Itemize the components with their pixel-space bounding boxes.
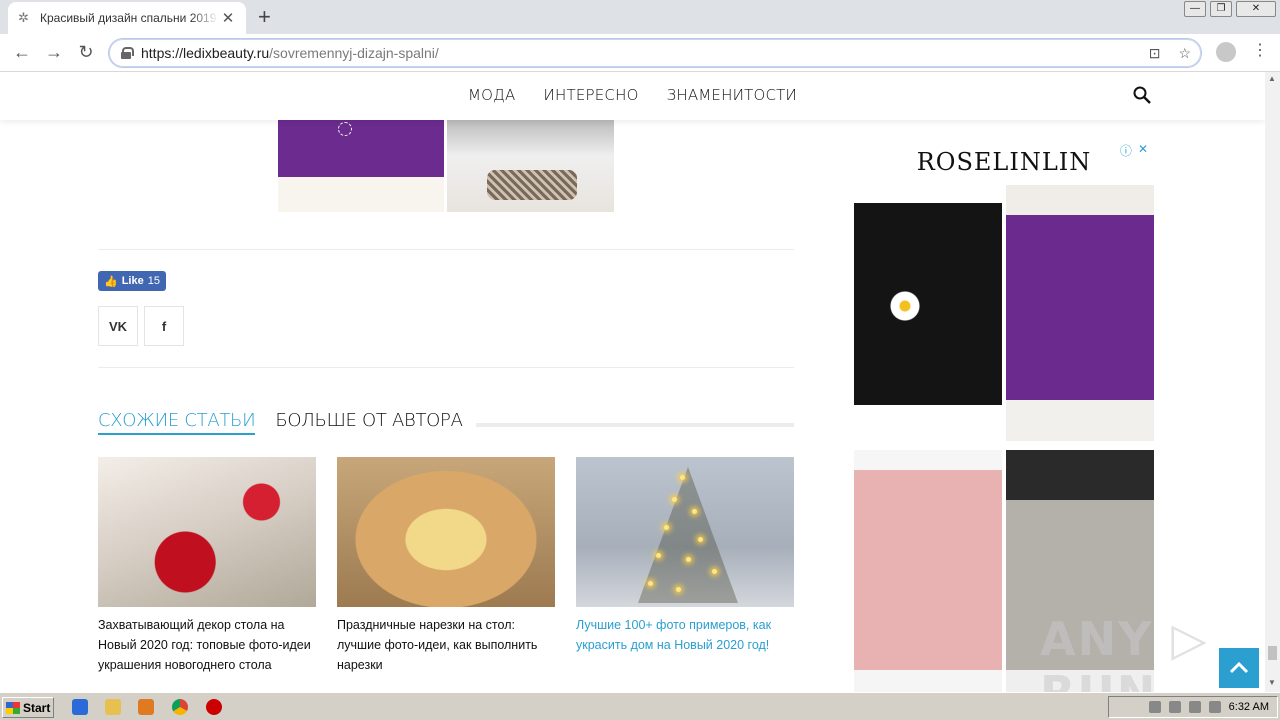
ad-image-purple-blouse[interactable] [1006,185,1154,441]
card-thumbnail[interactable] [337,457,555,607]
divider [98,249,794,250]
advertisement[interactable]: ROSELINLIN ⓘ ✕ [854,140,1154,692]
divider [98,367,794,368]
explorer-folder-icon[interactable] [105,699,121,715]
thumbs-up-icon: 👍 [104,275,118,288]
nav-item-znamenitosti[interactable]: ЗНАМЕНИТОСТИ [667,86,797,104]
card-caption[interactable]: Лучшие 100+ фото примеров, как украсить … [576,615,794,655]
like-count: 15 [147,275,160,287]
translate-icon[interactable]: ⊡ [1149,45,1161,62]
back-arrow-icon[interactable]: ← [12,42,32,62]
scrollbar-thumb[interactable] [1268,646,1277,660]
reload-icon[interactable]: ↻ [76,42,96,62]
media-player-icon[interactable] [138,699,154,715]
site-navigation: МОДА ИНТЕРЕСНО ЗНАМЕНИТОСТИ [0,72,1265,120]
related-card[interactable]: Захватывающий декор стола на Новый 2020 … [98,457,316,675]
scroll-down-arrow-icon[interactable]: ▼ [1268,678,1276,687]
card-caption[interactable]: Захватывающий декор стола на Новый 2020 … [98,615,316,675]
card-thumbnail[interactable] [98,457,316,607]
bookmark-star-icon[interactable]: ☆ [1178,45,1191,62]
ad-image-black-blouse[interactable] [854,185,1002,441]
tab-similar-articles[interactable]: СХОЖИЕ СТАТЬИ [98,410,256,435]
scroll-to-top-button[interactable] [1219,648,1259,688]
ad-info-icon[interactable]: ⓘ [1120,142,1132,159]
browser-toolbar: ← → ↻ https://ledixbeauty.ru/sovremennyj… [0,34,1280,72]
search-icon[interactable] [1133,86,1151,104]
start-button[interactable]: Start [2,697,54,718]
ad-close-icon[interactable]: ✕ [1138,142,1148,159]
nav-item-moda[interactable]: МОДА [468,86,515,104]
card-caption[interactable]: Праздничные нарезки на стол: лучшие фото… [337,615,555,675]
related-card[interactable]: Лучшие 100+ фото примеров, как украсить … [576,457,794,655]
ad-header: ROSELINLIN ⓘ ✕ [854,140,1154,184]
clock[interactable]: 6:32 AM [1229,701,1269,713]
ad-image-pink-trousers[interactable] [854,450,1002,692]
address-bar[interactable]: https://ledixbeauty.ru/sovremennyj-dizaj… [108,38,1202,68]
browser-tab-strip: ✲ Красивый дизайн спальни 2019-20 ✕ + — … [0,0,1280,34]
vk-icon: VK [108,318,128,334]
page-scrollbar[interactable]: ▲ ▼ [1265,72,1280,692]
card-thumbnail[interactable] [576,457,794,607]
tray-expand-icon[interactable] [1148,701,1161,713]
chevron-up-icon [1229,662,1249,674]
related-card[interactable]: Праздничные нарезки на стол: лучшие фото… [337,457,555,675]
nav-item-interesno[interactable]: ИНТЕРЕСНО [543,86,638,104]
web-page: МОДА ИНТЕРЕСНО ЗНАМЕНИТОСТИ 👍 Like 15 VK… [0,72,1265,692]
ie-icon[interactable] [72,699,88,715]
chrome-icon[interactable] [172,699,188,715]
tab-more-from-author[interactable]: БОЛЬШЕ ОТ АВТОРА [275,410,463,435]
windows-logo-icon [6,701,20,714]
lock-icon[interactable] [121,47,134,59]
window-close-button[interactable]: ✕ [1236,1,1276,17]
antivirus-icon[interactable] [206,699,222,715]
new-tab-button[interactable]: + [258,6,271,28]
window-minimize-button[interactable]: — [1184,1,1206,17]
share-facebook-button[interactable]: f [144,306,184,346]
tab-title: Красивый дизайн спальни 2019-20 [40,11,218,25]
facebook-icon: f [161,318,167,334]
block-title-line [476,423,794,427]
browser-tab-active[interactable]: ✲ Красивый дизайн спальни 2019-20 ✕ [8,2,246,34]
share-vk-button[interactable]: VK [98,306,138,346]
tab-close-icon[interactable]: ✕ [220,9,236,27]
tray-network-icon[interactable] [1168,701,1181,713]
site-favicon-icon: ✲ [18,10,29,25]
system-tray: 6:32 AM [1108,696,1278,718]
windows-taskbar: Start 6:32 AM [0,692,1280,720]
forward-arrow-icon[interactable]: → [44,42,64,62]
scroll-up-arrow-icon[interactable]: ▲ [1268,74,1276,83]
tray-volume-icon[interactable] [1188,701,1201,713]
ad-brand-logo[interactable]: ROSELINLIN [917,148,1092,176]
browser-menu-icon[interactable]: ⋮ [1252,43,1268,59]
facebook-like-button[interactable]: 👍 Like 15 [98,271,166,291]
window-restore-button[interactable]: ❐ [1210,1,1232,17]
profile-avatar-icon[interactable] [1216,42,1236,62]
url-text[interactable]: https://ledixbeauty.ru/sovremennyj-dizaj… [141,45,439,61]
related-block-tabs: СХОЖИЕ СТАТЬИ БОЛЬШЕ ОТ АВТОРА [98,410,463,435]
tray-flag-icon[interactable] [1208,701,1221,713]
